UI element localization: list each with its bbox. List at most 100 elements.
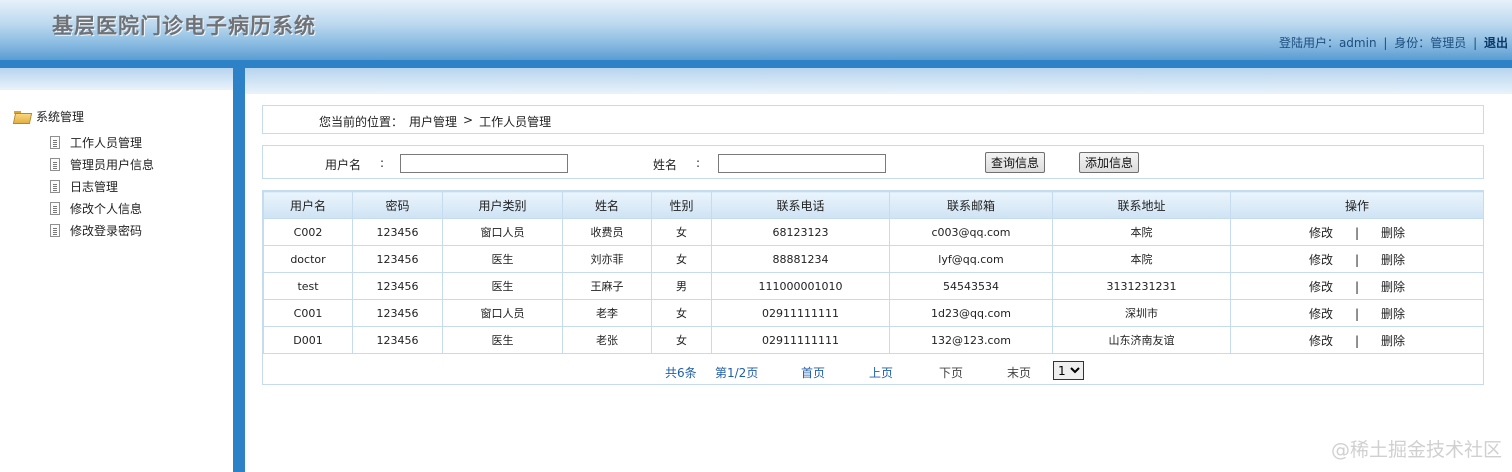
action-separator: | xyxy=(1354,333,1360,348)
edit-link[interactable]: 修改 xyxy=(1309,307,1333,321)
column-header: 密码 xyxy=(352,191,443,219)
cell-email: 1d23@qq.com xyxy=(889,299,1053,327)
logout-link[interactable]: 退出 xyxy=(1484,36,1508,50)
pagination: 共6条 第1/2页 首页 上页 下页 末页 1 xyxy=(263,357,1483,384)
delete-link[interactable]: 删除 xyxy=(1381,226,1405,240)
page-select[interactable]: 1 xyxy=(1053,361,1084,380)
pager-total: 共6条 xyxy=(665,366,697,380)
role-label: 身份：管理员 xyxy=(1394,36,1467,50)
folder-open-icon xyxy=(14,111,30,122)
cell-gender: 女 xyxy=(651,245,712,273)
breadcrumb-box: 您当前的位置： 用户管理 > 工作人员管理 xyxy=(262,105,1484,134)
delete-link[interactable]: 删除 xyxy=(1381,307,1405,321)
cell-email: 54543534 xyxy=(889,272,1053,300)
cell-address: 深圳市 xyxy=(1052,299,1231,327)
cell-gender: 女 xyxy=(651,326,712,354)
document-icon xyxy=(50,223,60,237)
sidebar-item-admin-info[interactable]: 管理员用户信息 xyxy=(50,153,154,175)
table-row: C002 123456 窗口人员 收费员 女 68123123 c003@qq.… xyxy=(263,218,1484,246)
pager-next-label: 下页 xyxy=(939,366,964,380)
cell-user-type: 医生 xyxy=(442,245,563,273)
cell-actions: 修改 | 删除 xyxy=(1230,299,1484,327)
delete-link[interactable]: 删除 xyxy=(1381,253,1405,267)
cell-password: 123456 xyxy=(352,326,443,354)
column-header: 联系邮箱 xyxy=(889,191,1053,219)
breadcrumb-arrow: > xyxy=(463,113,474,127)
sidebar-item-label: 工作人员管理 xyxy=(70,135,143,150)
cell-email: c003@qq.com xyxy=(889,218,1053,246)
pager-last-label: 末页 xyxy=(1007,366,1032,380)
cell-address: 本院 xyxy=(1052,245,1231,273)
sidebar-item-label: 修改登录密码 xyxy=(70,223,143,238)
username-input[interactable] xyxy=(400,154,568,173)
sidebar-item-staff-management[interactable]: 工作人员管理 xyxy=(50,131,154,153)
cell-name: 老张 xyxy=(562,326,652,354)
cell-username: C001 xyxy=(263,299,353,327)
column-header: 联系地址 xyxy=(1052,191,1231,219)
cell-user-type: 窗口人员 xyxy=(442,299,563,327)
cell-address: 3131231231 xyxy=(1052,272,1231,300)
delete-link[interactable]: 删除 xyxy=(1381,280,1405,294)
sidebar-item-label: 修改个人信息 xyxy=(70,201,143,216)
cell-user-type: 窗口人员 xyxy=(442,218,563,246)
cell-password: 123456 xyxy=(352,299,443,327)
cell-phone: 02911111111 xyxy=(711,326,890,354)
pager-page-indicator: 第1/2页 xyxy=(715,366,759,380)
pager-prev-link[interactable]: 上页 xyxy=(869,364,893,381)
sidebar-item-label: 管理员用户信息 xyxy=(70,157,155,172)
cell-password: 123456 xyxy=(352,218,443,246)
cell-phone: 88881234 xyxy=(711,245,890,273)
tree-items: 工作人员管理 管理员用户信息 日志管理 修改个人信息 修改登录密码 xyxy=(50,131,154,241)
pager-first-link[interactable]: 首页 xyxy=(801,364,825,381)
action-separator: | xyxy=(1354,252,1360,267)
sidebar-item-label: 日志管理 xyxy=(70,179,119,194)
column-header: 姓名 xyxy=(562,191,652,219)
breadcrumb-level1: 用户管理 xyxy=(409,115,458,129)
action-separator: | xyxy=(1354,306,1360,321)
delete-link[interactable]: 删除 xyxy=(1381,334,1405,348)
cell-phone: 68123123 xyxy=(711,218,890,246)
table-row: D001 123456 医生 老张 女 02911111111 132@123.… xyxy=(263,326,1484,354)
breadcrumb: 您当前的位置： 用户管理 > 工作人员管理 xyxy=(319,113,551,130)
column-header: 联系电话 xyxy=(711,191,890,219)
cell-username: D001 xyxy=(263,326,353,354)
sidebar-item-edit-profile[interactable]: 修改个人信息 xyxy=(50,197,154,219)
name-colon: : xyxy=(696,156,701,170)
edit-link[interactable]: 修改 xyxy=(1309,334,1333,348)
cell-gender: 女 xyxy=(651,299,712,327)
document-icon xyxy=(50,157,60,171)
cell-name: 收费员 xyxy=(562,218,652,246)
login-user-label: 登陆用户：admin xyxy=(1278,36,1377,50)
cell-phone: 02911111111 xyxy=(711,299,890,327)
edit-link[interactable]: 修改 xyxy=(1309,253,1333,267)
action-separator: | xyxy=(1354,279,1360,294)
add-button[interactable]: 添加信息 xyxy=(1079,152,1140,173)
cell-gender: 男 xyxy=(651,272,712,300)
name-label: 姓名 xyxy=(653,158,678,172)
username-label: 用户名 xyxy=(325,158,362,172)
sidebar-header-bar xyxy=(0,68,233,90)
table-row: doctor 123456 医生 刘亦菲 女 88881234 lyf@qq.c… xyxy=(263,245,1484,273)
sidebar-item-log-management[interactable]: 日志管理 xyxy=(50,175,154,197)
cell-username: C002 xyxy=(263,218,353,246)
tree-root-system-management[interactable]: 系统管理 xyxy=(14,108,84,125)
separator: | xyxy=(1473,36,1478,50)
app-header: 基层医院门诊电子病历系统 登陆用户：admin | 身份：管理员 | 退出 xyxy=(0,0,1512,60)
query-button[interactable]: 查询信息 xyxy=(985,152,1046,173)
search-form: 用户名 : 姓名 : 查询信息 添加信息 xyxy=(262,145,1484,179)
main-header-bar xyxy=(245,68,1512,94)
edit-link[interactable]: 修改 xyxy=(1309,280,1333,294)
cell-user-type: 医生 xyxy=(442,326,563,354)
cell-phone: 111000001010 xyxy=(711,272,890,300)
table-header-row: 用户名 密码 用户类别 姓名 性别 联系电话 联系邮箱 联系地址 操作 xyxy=(263,191,1484,219)
sidebar-item-change-password[interactable]: 修改登录密码 xyxy=(50,219,154,241)
cell-actions: 修改 | 删除 xyxy=(1230,218,1484,246)
cell-actions: 修改 | 删除 xyxy=(1230,245,1484,273)
document-icon xyxy=(50,135,60,149)
cell-name: 王麻子 xyxy=(562,272,652,300)
edit-link[interactable]: 修改 xyxy=(1309,226,1333,240)
sidebar: 系统管理 工作人员管理 管理员用户信息 日志管理 修改个人信息 修改登录密码 xyxy=(0,68,233,472)
cell-password: 123456 xyxy=(352,245,443,273)
username-colon: : xyxy=(380,156,385,170)
name-input[interactable] xyxy=(718,154,886,173)
